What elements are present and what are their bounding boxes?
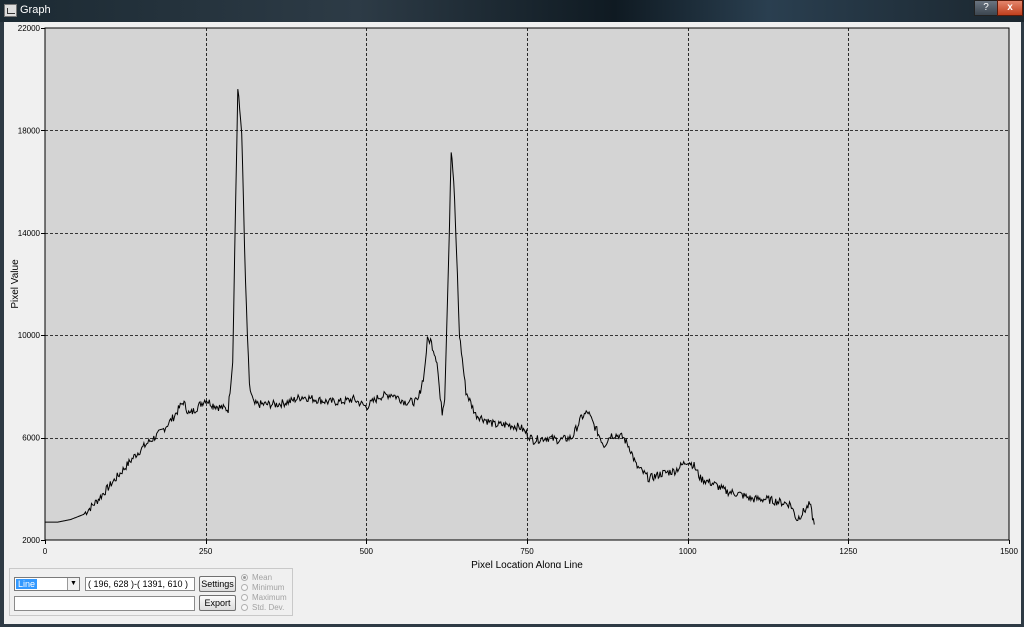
y-tick-label: 6000: [22, 434, 40, 443]
x-tick-label: 500: [360, 547, 374, 556]
radio-mean-label: Mean: [252, 573, 273, 582]
radio-mean-indicator: [241, 574, 248, 581]
y-tick-label: 2000: [22, 536, 40, 545]
close-button[interactable]: x: [997, 0, 1023, 16]
y-tick-label: 10000: [18, 331, 41, 340]
radio-maximum-indicator: [241, 594, 248, 601]
graph-app-icon: [4, 4, 17, 17]
radio-std-dev-indicator: [241, 604, 248, 611]
x-tick-label: 1500: [1000, 547, 1018, 556]
radio-minimum-indicator: [241, 584, 248, 591]
x-tick-label: 750: [520, 547, 534, 556]
export-button[interactable]: Export: [199, 595, 236, 611]
title-bar: Graph ? x: [0, 0, 1024, 22]
radio-minimum[interactable]: Minimum: [241, 583, 284, 593]
x-tick-label: 250: [199, 547, 213, 556]
radio-std-dev-label: Std. Dev.: [252, 603, 285, 612]
radio-minimum-label: Minimum: [252, 583, 285, 592]
y-tick-label: 14000: [18, 229, 41, 238]
mode-dropdown-value: Line: [16, 579, 38, 589]
help-button[interactable]: ?: [974, 0, 998, 16]
y-axis-label: Pixel Value: [10, 259, 21, 309]
radio-mean[interactable]: Mean: [241, 573, 272, 583]
radio-maximum-label: Maximum: [252, 593, 287, 602]
y-tick-label: 22000: [18, 24, 41, 33]
radio-maximum[interactable]: Maximum: [241, 593, 287, 603]
x-tick-label: 1250: [839, 547, 857, 556]
settings-button[interactable]: Settings: [199, 576, 236, 592]
y-tick-label: 18000: [18, 126, 41, 135]
line-profile-chart: 0 250 500 750 1000 1250 1500 2000 6000 10000 14000…: [4, 22, 1020, 568]
x-axis-label: Pixel Location Along Line: [471, 560, 583, 568]
radio-std-dev[interactable]: Std. Dev.: [241, 603, 284, 613]
x-tick-label: 0: [43, 547, 48, 556]
plot-area: [44, 27, 1010, 541]
mode-dropdown[interactable]: Line ▼: [14, 577, 80, 591]
chevron-down-icon[interactable]: ▼: [67, 578, 79, 590]
line-coordinates-field: ( 196, 628 )-( 1391, 610 ): [85, 577, 195, 591]
x-tick-label: 1000: [679, 547, 697, 556]
window-title: Graph: [20, 4, 51, 16]
value-field[interactable]: [14, 596, 195, 611]
